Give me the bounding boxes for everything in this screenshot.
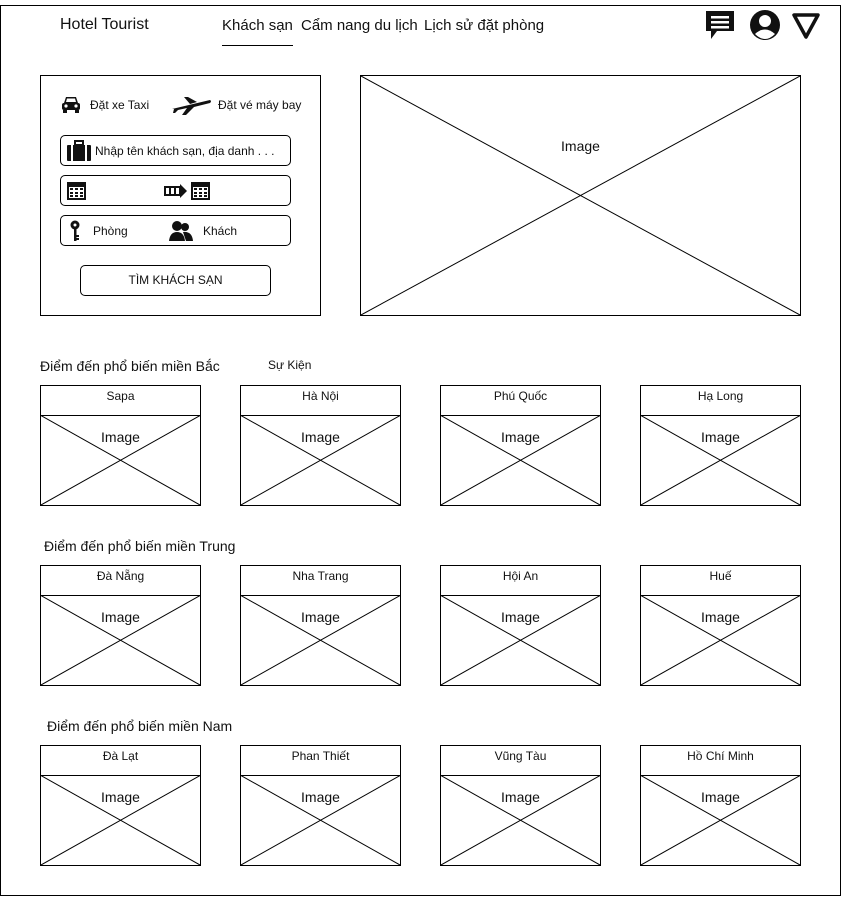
guests-icon	[169, 220, 193, 242]
destination-card[interactable]: Nha Trang Image	[240, 565, 401, 686]
hero-image: Image	[360, 75, 801, 316]
section-title-north: Điểm đến phổ biến miền Bắc	[40, 358, 220, 374]
image-placeholder-cross	[361, 76, 800, 315]
image-label: Image	[701, 429, 740, 445]
destination-card[interactable]: Đà Lạt Image	[40, 745, 201, 866]
section-title-south: Điểm đến phổ biến miền Nam	[47, 718, 233, 734]
card-title: Hà Nội	[241, 386, 400, 416]
checkin-calendar-icon[interactable]	[66, 180, 87, 201]
destination-card[interactable]: Đà Nẵng Image	[40, 565, 201, 686]
image-label: Image	[701, 609, 740, 625]
card-title: Sapa	[41, 386, 200, 416]
room-label: Phòng	[93, 224, 128, 238]
destination-card[interactable]: Hà Nội Image	[240, 385, 401, 506]
nav-travel-guide[interactable]: Cẩm nang du lịch	[301, 17, 418, 34]
dropdown-triangle-icon[interactable]	[789, 8, 823, 42]
suitcase-icon	[66, 140, 92, 162]
image-label: Image	[501, 429, 540, 445]
card-title: Đà Lạt	[41, 746, 200, 776]
card-title: Hội An	[441, 566, 600, 596]
brand-logo[interactable]: Hotel Tourist	[60, 16, 149, 34]
destination-card[interactable]: Hội An Image	[440, 565, 601, 686]
nav-hotels[interactable]: Khách sạn	[222, 17, 293, 46]
destination-card[interactable]: Sapa Image	[40, 385, 201, 506]
chat-icon[interactable]	[703, 8, 737, 42]
card-title: Huế	[641, 566, 800, 596]
destination-card[interactable]: Huế Image	[640, 565, 801, 686]
guest-label: Khách	[203, 224, 238, 238]
checkout-calendar-icon[interactable]	[190, 180, 211, 201]
destination-card[interactable]: Phú Quốc Image	[440, 385, 601, 506]
destination-card[interactable]: Phan Thiết Image	[240, 745, 401, 866]
image-label: Image	[101, 609, 140, 625]
image-label: Image	[701, 789, 740, 805]
user-icon[interactable]	[748, 8, 782, 42]
card-title: Hồ Chí Minh	[641, 746, 800, 776]
section-title-central: Điểm đến phổ biến miền Trung	[44, 538, 236, 554]
destination-card[interactable]: Hồ Chí Minh Image	[640, 745, 801, 866]
nav-booking-history[interactable]: Lịch sử đặt phòng	[424, 17, 544, 34]
destination-input[interactable]: Nhập tên khách sạn, địa danh . . .	[60, 135, 291, 166]
card-title: Hạ Long	[641, 386, 800, 416]
destination-placeholder: Nhập tên khách sạn, địa danh . . .	[95, 144, 275, 158]
image-label: Image	[101, 429, 140, 445]
card-title: Nha Trang	[241, 566, 400, 596]
airplane-icon[interactable]	[170, 94, 212, 116]
image-label: Image	[501, 789, 540, 805]
image-label: Image	[561, 138, 600, 154]
image-label: Image	[501, 609, 540, 625]
events-link[interactable]: Sự Kiện	[268, 358, 311, 372]
taxi-booking-link[interactable]: Đặt xe Taxi	[90, 98, 149, 112]
card-title: Phan Thiết	[241, 746, 400, 776]
image-label: Image	[301, 789, 340, 805]
search-hotel-button[interactable]: TÌM KHÁCH SẠN	[80, 265, 271, 296]
card-title: Phú Quốc	[441, 386, 600, 416]
destination-card[interactable]: Vũng Tàu Image	[440, 745, 601, 866]
key-icon	[69, 220, 81, 242]
destination-card[interactable]: Hạ Long Image	[640, 385, 801, 506]
date-range-picker[interactable]	[60, 175, 291, 206]
arrow-right-icon	[164, 184, 188, 198]
card-title: Vũng Tàu	[441, 746, 600, 776]
image-label: Image	[301, 609, 340, 625]
flight-booking-link[interactable]: Đặt vé máy bay	[218, 98, 301, 112]
card-title: Đà Nẵng	[41, 566, 200, 596]
image-label: Image	[101, 789, 140, 805]
car-icon[interactable]	[60, 93, 82, 115]
room-guest-selector[interactable]: Phòng Khách	[60, 215, 291, 246]
image-label: Image	[301, 429, 340, 445]
